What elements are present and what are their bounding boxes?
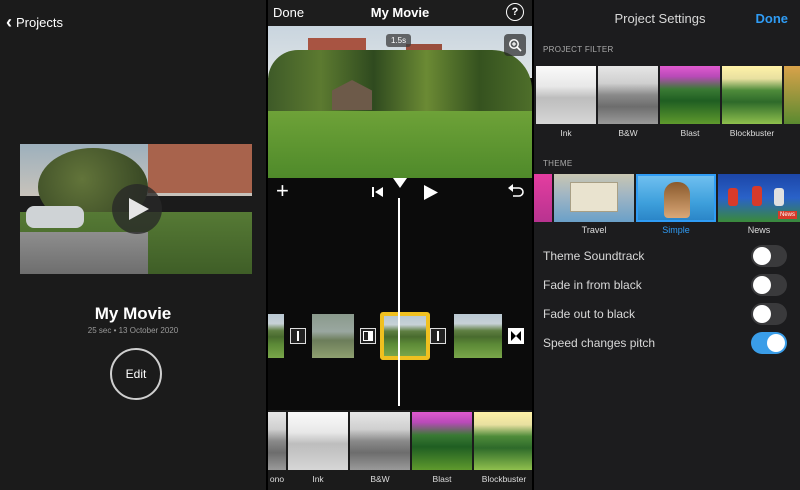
transition-icon[interactable] xyxy=(290,328,306,344)
theme-section-label: THEME xyxy=(543,159,573,168)
project-filter-section-label: PROJECT FILTER xyxy=(543,45,614,54)
filter-option[interactable]: ono xyxy=(268,410,286,490)
selected-timeline-clip[interactable] xyxy=(380,312,430,360)
undo-icon[interactable] xyxy=(508,184,524,203)
back-to-projects-button[interactable]: ‹ Projects xyxy=(6,12,63,32)
timeline-clip[interactable] xyxy=(454,314,502,358)
theme-option-travel[interactable] xyxy=(554,174,634,222)
edit-button[interactable]: Edit xyxy=(110,348,162,400)
filter-option-blockbuster[interactable]: Blockbuster xyxy=(474,410,532,490)
setting-speed-pitch: Speed changes pitch xyxy=(543,332,793,354)
help-icon[interactable]: ? xyxy=(506,3,524,21)
project-detail-panel: ‹ Projects My Movie 25 sec • 13 October … xyxy=(0,0,266,490)
skip-to-start-icon[interactable] xyxy=(372,185,384,203)
transition-icon[interactable] xyxy=(360,328,376,344)
timeline-clip[interactable] xyxy=(268,314,284,358)
transition-icon[interactable] xyxy=(430,328,446,344)
playback-controls: + xyxy=(268,178,532,208)
project-filter-more[interactable] xyxy=(784,64,800,144)
project-title: My Movie xyxy=(94,304,172,323)
theme-label-travel: Travel xyxy=(581,225,607,235)
project-preview-thumbnail[interactable] xyxy=(20,144,252,274)
setting-theme-soundtrack: Theme Soundtrack xyxy=(543,245,793,267)
theme-label-news: News xyxy=(747,225,771,235)
play-icon[interactable] xyxy=(112,184,162,234)
settings-done-button[interactable]: Done xyxy=(756,11,789,26)
add-media-icon[interactable]: + xyxy=(276,180,289,202)
fade-out-toggle[interactable] xyxy=(751,303,787,325)
theme-option[interactable] xyxy=(534,174,552,222)
settings-title: Project Settings xyxy=(614,11,706,26)
editor-header: Done My Movie ? xyxy=(268,0,532,26)
play-icon[interactable] xyxy=(424,185,438,205)
movie-editor-panel: Done My Movie ? 1.5s + ono Ink B&W Blast… xyxy=(268,0,532,490)
speed-pitch-toggle[interactable] xyxy=(751,332,787,354)
project-filter-blockbuster[interactable]: Blockbuster xyxy=(722,64,782,144)
theme-label-simple: Simple xyxy=(662,225,690,235)
fade-in-toggle[interactable] xyxy=(751,274,787,296)
project-filter-blast[interactable]: Blast xyxy=(660,64,720,144)
timeline-clip[interactable] xyxy=(312,314,354,358)
editor-title: My Movie xyxy=(370,5,430,20)
clip-duration-badge: 1.5s xyxy=(386,34,412,47)
theme-option-news[interactable]: News xyxy=(718,174,800,222)
filter-option-blast[interactable]: Blast xyxy=(412,410,472,490)
chevron-left-icon: ‹ xyxy=(6,12,12,32)
theme-soundtrack-toggle[interactable] xyxy=(751,245,787,267)
theme-list: Travel Simple News News xyxy=(534,174,800,238)
playhead-line[interactable] xyxy=(398,198,400,406)
filter-option-bw[interactable]: B&W xyxy=(350,410,410,490)
filter-option-ink[interactable]: Ink xyxy=(288,410,348,490)
news-badge: News xyxy=(777,211,797,219)
project-meta: 25 sec • 13 October 2020 xyxy=(87,326,179,335)
video-viewer[interactable]: 1.5s xyxy=(268,26,532,178)
setting-fade-out: Fade out to black xyxy=(543,303,793,325)
zoom-icon[interactable] xyxy=(504,34,526,56)
end-transition-icon[interactable] xyxy=(508,328,524,344)
playhead-marker-icon xyxy=(393,178,407,188)
back-label: Projects xyxy=(16,14,63,30)
filter-strip: ono Ink B&W Blast Blockbuster xyxy=(268,410,532,490)
theme-option-simple[interactable] xyxy=(636,174,716,222)
project-filter-bw[interactable]: B&W xyxy=(598,64,658,144)
project-settings-panel: Project Settings Done PROJECT FILTER Ink… xyxy=(534,0,800,490)
setting-fade-in: Fade in from black xyxy=(543,274,793,296)
project-filter-ink[interactable]: Ink xyxy=(536,64,596,144)
project-filter-list: Ink B&W Blast Blockbuster xyxy=(534,64,800,144)
timeline-track[interactable] xyxy=(268,312,532,360)
